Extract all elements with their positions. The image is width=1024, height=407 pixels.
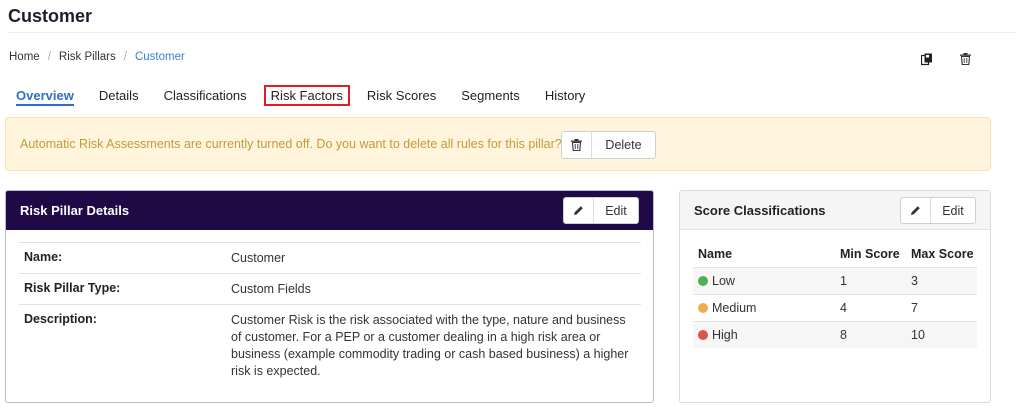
alert-banner: Automatic Risk Assessments are currently…: [5, 117, 991, 171]
classification-name: Medium: [712, 301, 757, 315]
page-title: Customer: [8, 6, 93, 26]
max-score: 10: [911, 328, 925, 342]
page-actions: [920, 52, 972, 66]
breadcrumb: Home / Risk Pillars / Customer: [9, 51, 185, 63]
table-row: High 8 10: [693, 321, 977, 348]
table-header: Name Min Score Max Score: [693, 242, 977, 267]
tab-segments[interactable]: Segments: [461, 88, 520, 103]
classification-name: Low: [712, 274, 735, 288]
trash-icon: [562, 132, 592, 158]
status-dot: [698, 330, 708, 340]
classification-name: High: [712, 328, 738, 342]
breadcrumb-home[interactable]: Home: [9, 51, 40, 63]
detail-value: Custom Fields: [231, 282, 311, 296]
details-panel-title: Risk Pillar Details: [20, 203, 130, 218]
detail-key: Description:: [24, 312, 97, 326]
tab-details[interactable]: Details: [99, 88, 139, 103]
detail-key: Name:: [24, 250, 63, 264]
score-panel-header: Score Classifications Edit: [680, 191, 990, 230]
tab-bar: Overview Details Classifications Risk Fa…: [16, 84, 610, 106]
trash-icon[interactable]: [958, 52, 972, 66]
max-score: 7: [911, 301, 918, 315]
column-header-name: Name: [698, 247, 733, 261]
details-table: Name: Customer Risk Pillar Type: Custom …: [19, 242, 641, 386]
edit-label: Edit: [605, 203, 627, 218]
column-header-max: Max Score: [911, 247, 974, 261]
detail-key: Risk Pillar Type:: [24, 281, 121, 295]
details-panel-header: Risk Pillar Details Edit: [6, 191, 653, 230]
breadcrumb-separator: /: [123, 51, 127, 63]
breadcrumb-separator: /: [47, 51, 51, 63]
delete-rules-button[interactable]: Delete: [561, 131, 656, 159]
table-row: Medium 4 7: [693, 294, 977, 321]
detail-value: Customer Risk is the risk associated wit…: [231, 313, 629, 378]
min-score: 1: [840, 274, 847, 288]
tab-risk-factors[interactable]: Risk Factors: [263, 84, 350, 106]
edit-details-button[interactable]: Edit: [563, 197, 639, 224]
risk-pillar-details-panel: Risk Pillar Details Edit Name: Customer …: [5, 190, 654, 403]
detail-value: Customer: [231, 251, 286, 265]
title-divider: [8, 32, 1016, 33]
tab-risk-scores[interactable]: Risk Scores: [367, 88, 436, 103]
tab-history[interactable]: History: [545, 88, 585, 103]
table-row: Low 1 3: [693, 267, 977, 294]
copy-icon[interactable]: [920, 52, 934, 66]
alert-message: Automatic Risk Assessments are currently…: [20, 137, 562, 151]
score-panel-title: Score Classifications: [694, 202, 826, 218]
breadcrumb-risk-pillars[interactable]: Risk Pillars: [59, 51, 116, 63]
score-table: Name Min Score Max Score Low 1 3 Medium …: [693, 242, 977, 348]
delete-button-label: Delete: [605, 138, 642, 152]
min-score: 4: [840, 301, 847, 315]
tab-classifications[interactable]: Classifications: [164, 88, 247, 103]
status-dot: [698, 276, 708, 286]
max-score: 3: [911, 274, 918, 288]
table-row: Name: Customer: [19, 242, 641, 273]
breadcrumb-current: Customer: [134, 51, 185, 63]
table-row: Description: Customer Risk is the risk a…: [19, 304, 641, 386]
score-classifications-panel: Score Classifications Edit Name Min Scor…: [679, 190, 991, 403]
table-row: Risk Pillar Type: Custom Fields: [19, 273, 641, 304]
status-dot: [698, 303, 708, 313]
edit-scores-button[interactable]: Edit: [900, 197, 976, 224]
pencil-icon: [901, 198, 931, 223]
min-score: 8: [840, 328, 847, 342]
edit-label: Edit: [942, 203, 964, 218]
pencil-icon: [564, 198, 594, 223]
tab-overview[interactable]: Overview: [16, 88, 74, 106]
column-header-min: Min Score: [840, 247, 900, 261]
